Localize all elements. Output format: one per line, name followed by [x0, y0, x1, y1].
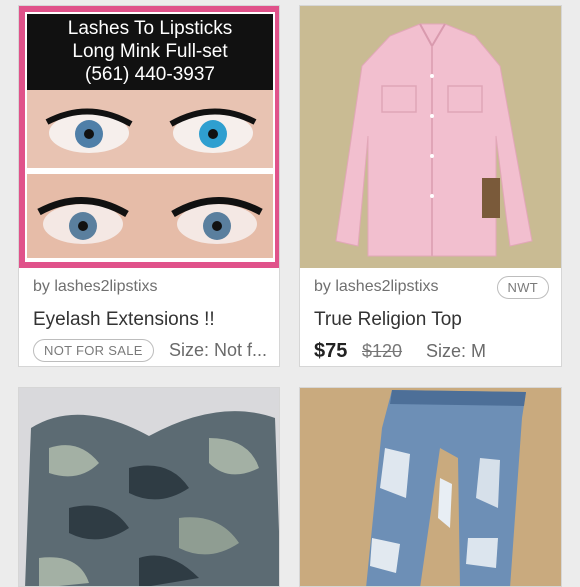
listing-photo[interactable]	[19, 388, 279, 586]
pink-shirt-photo-image	[300, 6, 561, 268]
listing-photo[interactable]	[300, 388, 561, 586]
listing-card-true-religion[interactable]: by lashes2lipstixs NWT True Religion Top…	[299, 5, 562, 367]
listing-title[interactable]: True Religion Top	[314, 309, 462, 331]
listing-card-camo-top[interactable]	[18, 387, 280, 587]
size-label: Size: Not f...	[169, 340, 268, 360]
seller-name[interactable]: by lashes2lipstixs	[33, 278, 158, 296]
listing-meta: by lashes2lipstixs Eyelash Extensions !!…	[19, 268, 279, 366]
size-label: Size: M	[426, 341, 487, 361]
seller-name[interactable]: by lashes2lipstixs	[314, 278, 439, 296]
camo-top-photo-image	[19, 388, 279, 586]
original-price: $120	[362, 341, 403, 361]
jeans-photo-image	[300, 388, 561, 586]
photo-caption-line1: Lashes To Lipsticks	[67, 18, 233, 39]
photo-caption-line2: Long Mink Full-set	[72, 41, 228, 62]
listing-photo[interactable]	[300, 6, 561, 268]
price: $75	[314, 340, 348, 362]
listing-meta: by lashes2lipstixs NWT True Religion Top…	[300, 268, 561, 366]
listing-card-eyelash[interactable]: Lashes To Lipsticks Long Mink Full-set (…	[18, 5, 280, 367]
photo-caption-line3: (561) 440-3937	[85, 64, 215, 85]
listing-photo[interactable]: Lashes To Lipsticks Long Mink Full-set (…	[19, 6, 279, 268]
not-for-sale-badge: NOT FOR SALE	[33, 339, 154, 362]
listing-title[interactable]: Eyelash Extensions !!	[33, 309, 215, 331]
nwt-badge: NWT	[496, 276, 549, 299]
listing-card-jeans[interactable]	[299, 387, 562, 587]
